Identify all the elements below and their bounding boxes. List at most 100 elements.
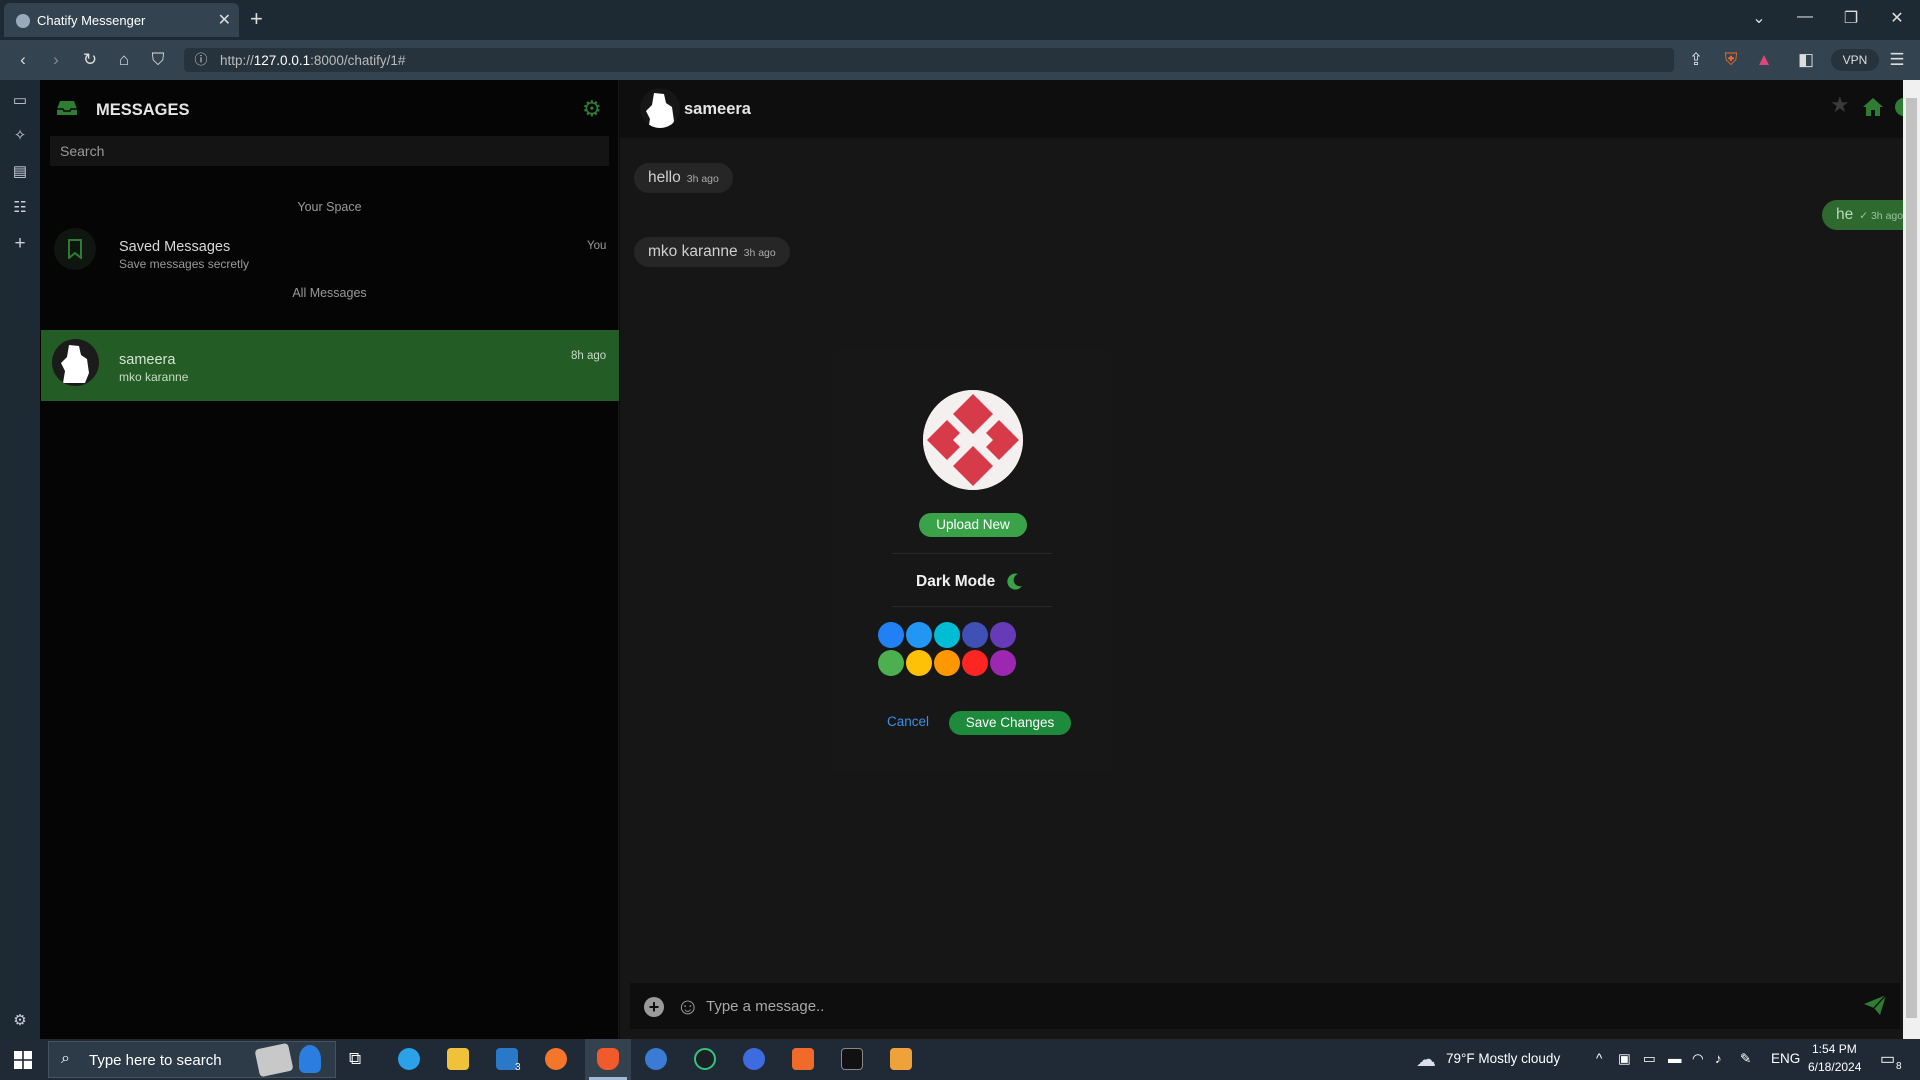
clock-date[interactable]: 6/18/2024 <box>1808 1060 1861 1074</box>
app-blue2-icon[interactable] <box>743 1048 765 1070</box>
cancel-button[interactable]: Cancel <box>887 714 929 729</box>
clock-time[interactable]: 1:54 PM <box>1812 1042 1857 1056</box>
color-swatch[interactable] <box>906 622 932 648</box>
vpn-button[interactable]: VPN <box>1831 49 1879 71</box>
battery-icon[interactable]: ▬ <box>1668 1051 1682 1066</box>
tray-display-icon[interactable]: ▭ <box>1643 1051 1656 1067</box>
forward-icon[interactable]: › <box>45 49 67 71</box>
browser-tab[interactable]: Chatify Messenger ✕ <box>4 3 239 37</box>
app-blue-icon[interactable] <box>645 1048 667 1070</box>
notification-badge: 8 <box>1896 1061 1902 1072</box>
site-info-icon[interactable]: ⓘ <box>190 49 212 71</box>
home-icon[interactable] <box>1862 97 1884 117</box>
volume-icon[interactable]: ♪ <box>1715 1051 1722 1066</box>
default-avatar-icon <box>646 93 674 128</box>
close-window-button[interactable]: ✕ <box>1882 8 1912 28</box>
emoji-icon[interactable]: ☺ <box>676 993 699 1020</box>
color-swatch[interactable] <box>878 650 904 676</box>
message-time: 3h ago <box>686 173 719 185</box>
favorite-star-icon[interactable]: ★ <box>1830 92 1850 118</box>
message-bubble-in: mko karanne 3h ago <box>634 237 790 267</box>
windows-start-icon[interactable] <box>14 1051 32 1069</box>
taskbar-search-box[interactable]: ⌕ Type here to search <box>48 1041 336 1078</box>
sidebar-leo-icon[interactable]: ✧ <box>11 127 29 145</box>
search-input[interactable] <box>50 136 609 166</box>
color-swatch[interactable] <box>934 650 960 676</box>
section-all-messages: All Messages <box>292 286 367 300</box>
sidebar-toggle-icon[interactable]: ◧ <box>1795 49 1817 71</box>
saved-messages-avatar <box>54 228 96 270</box>
file-explorer-icon[interactable] <box>447 1048 469 1070</box>
saved-messages-subtitle: Save messages secretly <box>119 257 250 271</box>
contact-time: 8h ago <box>571 350 607 362</box>
messenger-list-panel: MESSAGES ⚙ Your Space Saved Messages Sav… <box>40 80 619 1039</box>
wifi-icon[interactable]: ◠ <box>1692 1051 1704 1067</box>
upwork-icon[interactable] <box>694 1048 716 1070</box>
tray-app-icon[interactable]: ▣ <box>1618 1051 1631 1067</box>
brave-icon[interactable] <box>597 1048 619 1070</box>
firefox-icon[interactable] <box>545 1048 567 1070</box>
sidebar-reading-list-icon[interactable]: ☷ <box>11 199 29 217</box>
brave-shields-icon[interactable]: ⛨ <box>1720 49 1742 71</box>
contact-name: sameera <box>119 352 176 368</box>
settings-gear-icon[interactable]: ⚙ <box>582 96 602 122</box>
minimize-button[interactable]: — <box>1790 8 1820 26</box>
sidebar-wallet-icon[interactable]: ▭ <box>11 92 29 110</box>
edge-icon[interactable] <box>398 1048 420 1070</box>
tab-close-icon[interactable]: ✕ <box>218 10 231 30</box>
send-icon[interactable] <box>1863 994 1887 1016</box>
reload-icon[interactable]: ↻ <box>79 49 101 71</box>
sublime-icon[interactable] <box>890 1048 912 1070</box>
attach-plus-icon[interactable]: + <box>644 997 664 1017</box>
color-swatch[interactable] <box>962 622 988 648</box>
notification-icon[interactable]: ▭ <box>1880 1049 1895 1069</box>
menu-icon[interactable]: ☰ <box>1886 49 1908 71</box>
contact-last-message: mko karanne <box>119 370 189 384</box>
restore-button[interactable]: ❐ <box>1836 8 1866 28</box>
chat-contact-name: sameera <box>684 100 751 118</box>
taskbar-search-placeholder: Type here to search <box>89 1052 222 1069</box>
share-icon[interactable]: ⇪ <box>1685 49 1707 71</box>
address-bar[interactable]: ⓘ http://127.0.0.1:8000/chatify/1# <box>184 48 1674 72</box>
weather-cloud-icon[interactable]: ☁ <box>1416 1047 1436 1072</box>
task-view-icon[interactable]: ⧉ <box>349 1049 361 1069</box>
color-swatch[interactable] <box>990 650 1016 676</box>
color-swatch[interactable] <box>990 622 1016 648</box>
sidebar-settings-icon[interactable]: ⚙ <box>11 1012 29 1030</box>
weather-text[interactable]: 79°F Mostly cloudy <box>1446 1051 1560 1066</box>
message-text: mko karanne <box>648 243 738 260</box>
tab-list-chevron-icon[interactable]: ⌄ <box>1744 8 1774 28</box>
message-input[interactable] <box>706 992 1806 1020</box>
message-composer: + ☺ <box>630 983 1900 1029</box>
language-indicator[interactable]: ENG <box>1771 1051 1800 1066</box>
color-swatch[interactable] <box>906 650 932 676</box>
back-icon[interactable]: ‹ <box>12 49 34 71</box>
color-swatches <box>832 350 1112 676</box>
windows-taskbar: ⌕ Type here to search ⧉ 3 ☁ 79°F Mostly … <box>0 1039 1920 1080</box>
pen-icon[interactable]: ✎ <box>1740 1051 1751 1067</box>
xampp-icon[interactable] <box>792 1048 814 1070</box>
color-swatch[interactable] <box>962 650 988 676</box>
brave-rewards-icon[interactable]: ▲ <box>1753 49 1775 71</box>
save-changes-button[interactable]: Save Changes <box>949 711 1071 735</box>
saved-messages-row[interactable]: Saved Messages Save messages secretly Yo… <box>40 220 619 290</box>
message-bubble-in: hello 3h ago <box>634 163 733 193</box>
search-highlight-image <box>254 1042 294 1078</box>
scrollbar-thumb[interactable] <box>1906 98 1917 1018</box>
new-tab-button[interactable]: + <box>250 6 263 32</box>
terminal-icon[interactable] <box>841 1048 863 1070</box>
url-text: http://127.0.0.1:8000/chatify/1# <box>220 53 406 68</box>
page-scrollbar[interactable] <box>1903 80 1920 1039</box>
sidebar-add-icon[interactable]: + <box>11 234 29 253</box>
bookmark-icon[interactable]: ⛉ <box>147 49 169 71</box>
color-swatch[interactable] <box>934 622 960 648</box>
tray-chevron-icon[interactable]: ^ <box>1596 1051 1602 1066</box>
home-icon[interactable]: ⌂ <box>113 49 135 71</box>
message-text: he <box>1836 206 1854 223</box>
search-icon: ⌕ <box>61 1050 70 1067</box>
mail-badge: 3 <box>515 1062 521 1073</box>
chat-header-avatar[interactable] <box>640 88 680 128</box>
sidebar-bookmarks-icon[interactable]: ▤ <box>11 163 29 181</box>
color-swatch[interactable] <box>878 622 904 648</box>
contact-row-sameera[interactable]: sameera mko karanne 8h ago <box>41 330 619 401</box>
